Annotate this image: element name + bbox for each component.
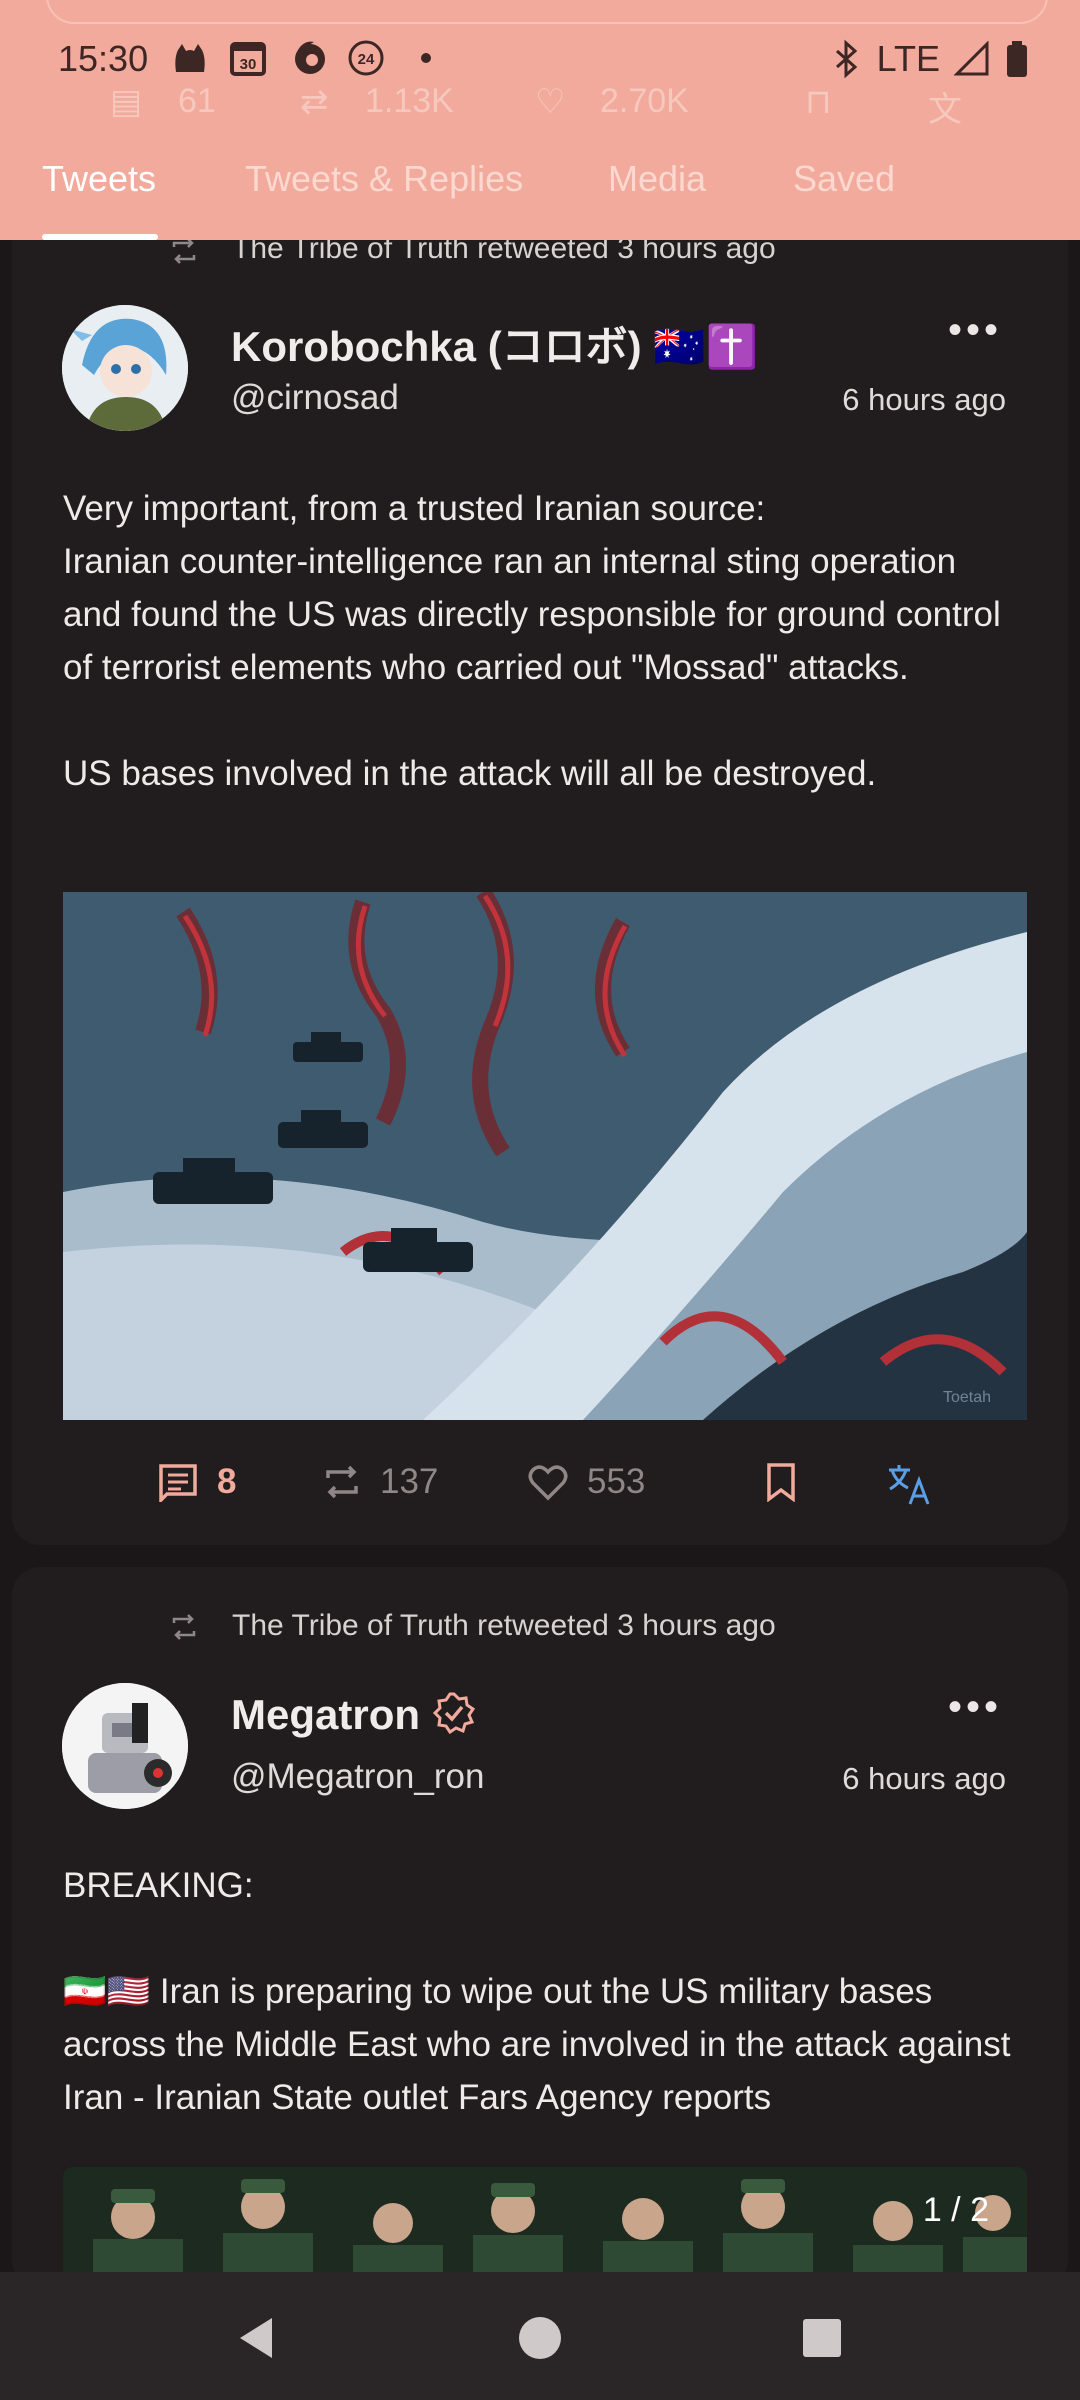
network-type: LTE (876, 38, 940, 79)
avatar-image (62, 1683, 188, 1809)
active-tab-indicator (42, 234, 158, 240)
status-time: 15:30 (58, 38, 149, 79)
user-handle[interactable]: @cirnosad (231, 378, 399, 418)
previous-card-edge (46, 0, 1048, 24)
tweet-card[interactable]: The Tribe of Truth retweeted 3 hours ago… (12, 1567, 1068, 2287)
heart-icon (528, 1465, 568, 1501)
dot-icon (421, 53, 431, 63)
display-name[interactable]: Megatron (231, 1691, 420, 1739)
avatar-image (62, 305, 188, 431)
bookmark-icon (767, 1463, 795, 1502)
translate-icon (889, 1465, 930, 1505)
retweet-small-icon (172, 238, 196, 264)
back-icon[interactable] (236, 2316, 276, 2360)
avatar[interactable] (62, 305, 188, 431)
bookmark-button[interactable] (764, 1462, 798, 1502)
media-counter: 1 / 2 (922, 2191, 989, 2229)
tweet-text: Very important, from a trusted Iranian s… (63, 489, 1001, 793)
retweeted-by-label: The Tribe of Truth retweeted 3 hours ago (232, 1609, 776, 1642)
translate-button[interactable] (886, 1462, 934, 1506)
comment-icon (159, 1464, 197, 1502)
system-nav-bar (0, 2272, 1080, 2400)
tweet-media[interactable]: 1 / 2 (63, 2167, 1027, 2287)
like-count: 553 (587, 1462, 646, 1501)
retweet-count: 137 (380, 1462, 439, 1501)
news-24-icon: 24 (348, 40, 384, 76)
tweet-media-image (63, 2167, 1027, 2287)
tab-media[interactable]: Media (608, 158, 706, 200)
tweet-media[interactable]: Toetah (63, 892, 1027, 1420)
tweet-timestamp: 6 hours ago (842, 1761, 1006, 1796)
more-options-icon[interactable]: ••• (948, 1685, 1002, 1730)
retweet-small-icon (172, 1614, 196, 1640)
status-bar: 15:30 30 24 LTE (0, 30, 1080, 90)
firefox-icon (295, 41, 325, 74)
tweet-text: BREAKING: 🇮🇷🇺🇸 Iran is preparing to wipe… (63, 1866, 1011, 2117)
more-options-icon[interactable]: ••• (948, 308, 1002, 353)
avatar[interactable] (62, 1683, 188, 1809)
comment-button[interactable]: 8 (157, 1462, 236, 1502)
signal-icon (954, 41, 989, 76)
battery-icon (1007, 41, 1027, 77)
retweet-icon (326, 1465, 358, 1499)
bluetooth-icon (835, 39, 857, 79)
tab-tweets-and-replies[interactable]: Tweets & Replies (245, 158, 523, 200)
profile-tabs: Tweets Tweets & Replies Media Saved (0, 150, 1080, 240)
tweet-card[interactable]: The Tribe of Truth retweeted 3 hours ago… (12, 200, 1068, 1545)
tab-saved[interactable]: Saved (793, 158, 895, 200)
retweet-button[interactable]: 137 (322, 1462, 438, 1502)
home-icon[interactable] (518, 2316, 562, 2360)
tweet-actions: 8 137 553 (12, 1462, 1068, 1522)
tab-tweets[interactable]: Tweets (42, 158, 156, 200)
comment-count: 8 (217, 1462, 237, 1501)
media-watermark: Toetah (943, 1389, 991, 1406)
svg-text:30: 30 (240, 56, 257, 73)
verified-badge-icon (432, 1692, 476, 1735)
svg-text:24: 24 (358, 51, 375, 68)
calendar-icon: 30 (230, 42, 266, 76)
recents-icon[interactable] (802, 2318, 842, 2358)
tweet-timestamp: 6 hours ago (842, 382, 1006, 417)
user-handle[interactable]: @Megatron_ron (231, 1757, 484, 1797)
cat-icon (175, 44, 205, 72)
tweet-media-image: Toetah (63, 892, 1027, 1420)
like-button[interactable]: 553 (527, 1462, 645, 1502)
display-name[interactable]: Korobochka (コロボ) 🇦🇺✝️ (231, 313, 758, 374)
top-app-bar: ▤ 61 ⇄ 1.13K ♡ 2.70K ⊓ 文 15:30 30 24 LTE… (0, 0, 1080, 240)
